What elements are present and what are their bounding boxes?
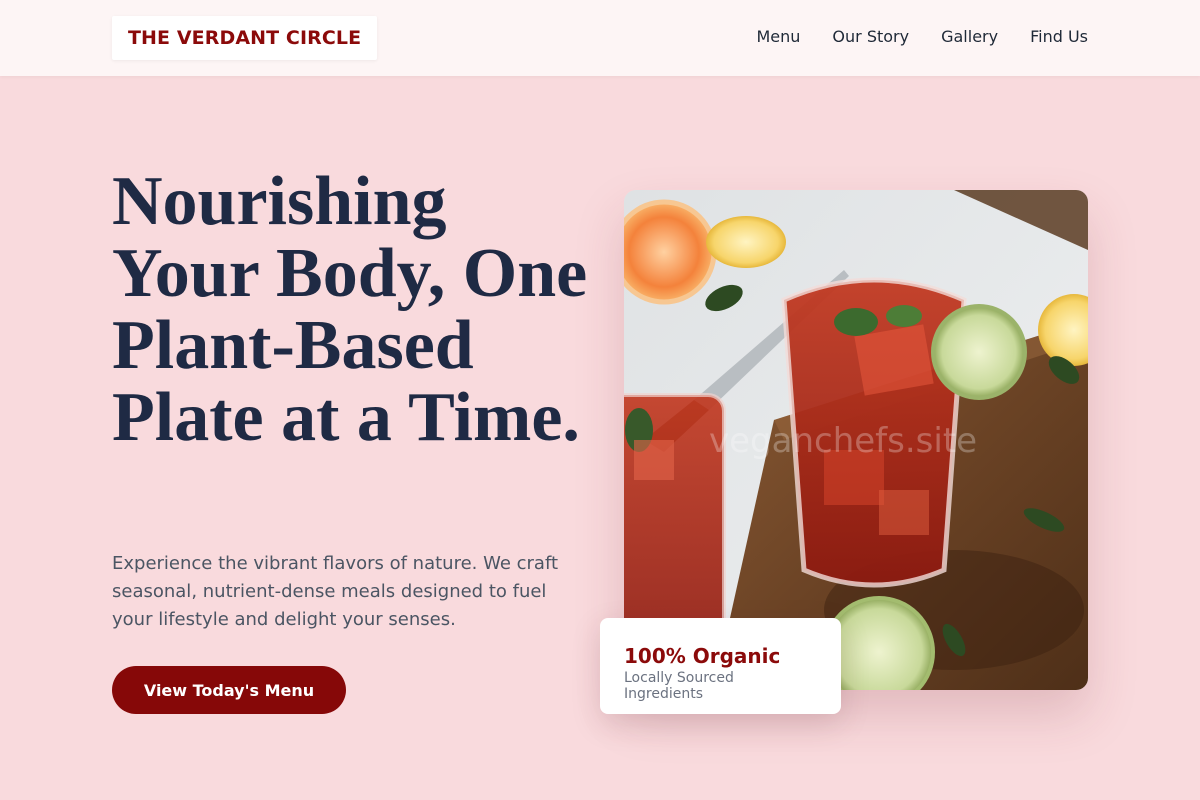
organic-badge: 100% Organic Locally Sourced Ingredients bbox=[600, 618, 841, 714]
badge-title: 100% Organic bbox=[624, 644, 781, 668]
nav-link-gallery[interactable]: Gallery bbox=[941, 27, 998, 46]
nav-link-our-story[interactable]: Our Story bbox=[832, 27, 909, 46]
hero-title: Nourishing Your Body, One Plant-Based Pl… bbox=[112, 163, 588, 456]
badge-subtitle: Locally Sourced Ingredients bbox=[624, 670, 734, 702]
drinks-illustration: veganchefs.site bbox=[624, 190, 1088, 690]
brand-name: THE VERDANT CIRCLE bbox=[128, 27, 362, 49]
hero-drinks-photo: veganchefs.site bbox=[624, 190, 1088, 690]
nav-link-menu[interactable]: Menu bbox=[756, 27, 800, 46]
view-menu-button[interactable]: View Today's Menu bbox=[112, 666, 346, 714]
image-watermark: veganchefs.site bbox=[709, 421, 977, 461]
main-nav: Menu Our Story Gallery Find Us bbox=[756, 0, 1088, 72]
top-navbar: THE VERDANT CIRCLE Menu Our Story Galler… bbox=[0, 0, 1200, 76]
nav-link-find-us[interactable]: Find Us bbox=[1030, 27, 1088, 46]
brand-logo[interactable]: THE VERDANT CIRCLE bbox=[112, 16, 378, 60]
hero-description: Experience the vibrant flavors of nature… bbox=[112, 553, 559, 630]
